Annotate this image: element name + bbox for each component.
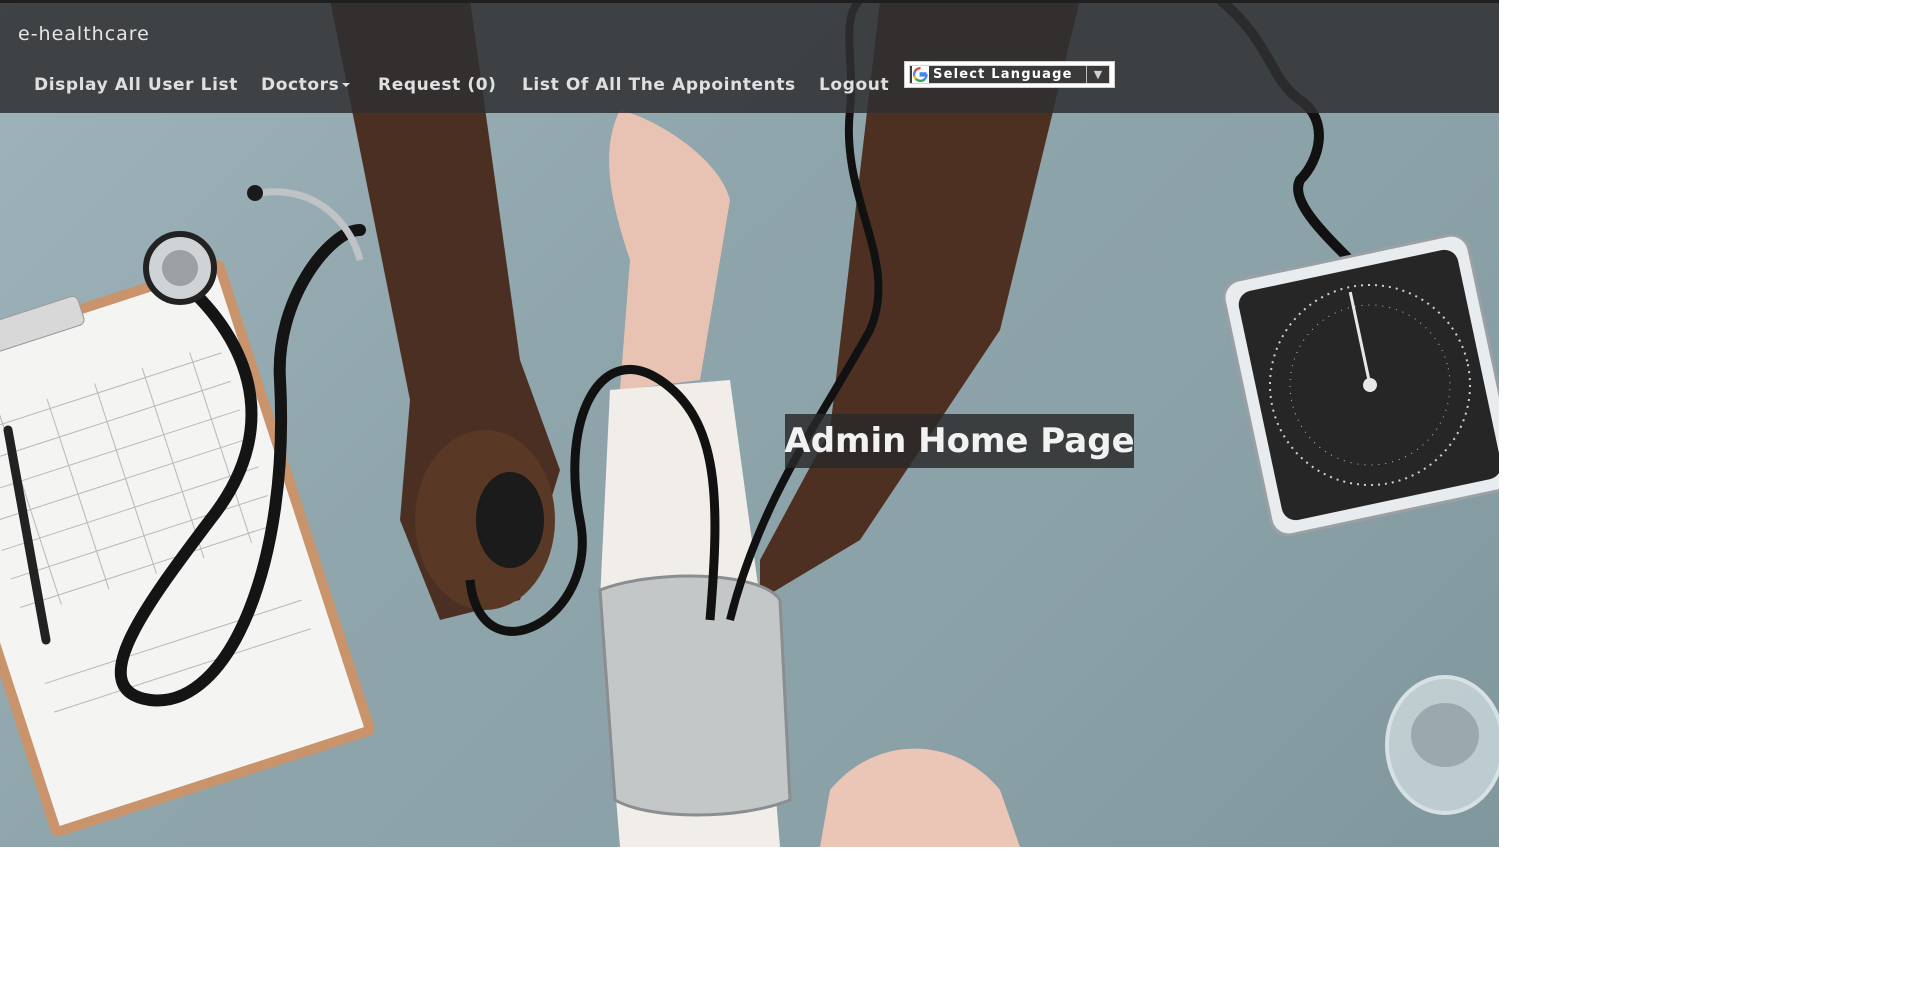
nav-doctors-label: Doctors [261,75,340,95]
page-title: Admin Home Page [784,421,1135,461]
nav-request[interactable]: Request (0) [378,75,497,95]
nav-logout[interactable]: Logout [819,75,889,95]
hero-image [0,0,1499,847]
google-g-icon [912,66,929,83]
caret-down-icon [342,83,351,87]
page-title-box: Admin Home Page [784,414,1135,468]
nav-list-of-appointments[interactable]: List Of All The Appointents [522,75,796,95]
brand-logo-link[interactable]: e-healthcare [18,23,150,45]
language-select-label: Select Language [933,67,1073,82]
nav-doctors-dropdown[interactable]: Doctors [261,75,351,95]
language-select-box[interactable]: Select Language ▼ [909,65,1110,84]
top-navbar: e-healthcare Display All User List Docto… [0,0,1499,113]
dropdown-arrow-icon: ▼ [1086,66,1109,83]
google-g-icon-graphic [912,67,928,82]
nav-display-all-user-list[interactable]: Display All User List [34,75,238,95]
page: e-healthcare Display All User List Docto… [0,0,1919,984]
hero-illustration [0,0,1499,847]
language-select[interactable]: Select Language ▼ [904,61,1115,88]
